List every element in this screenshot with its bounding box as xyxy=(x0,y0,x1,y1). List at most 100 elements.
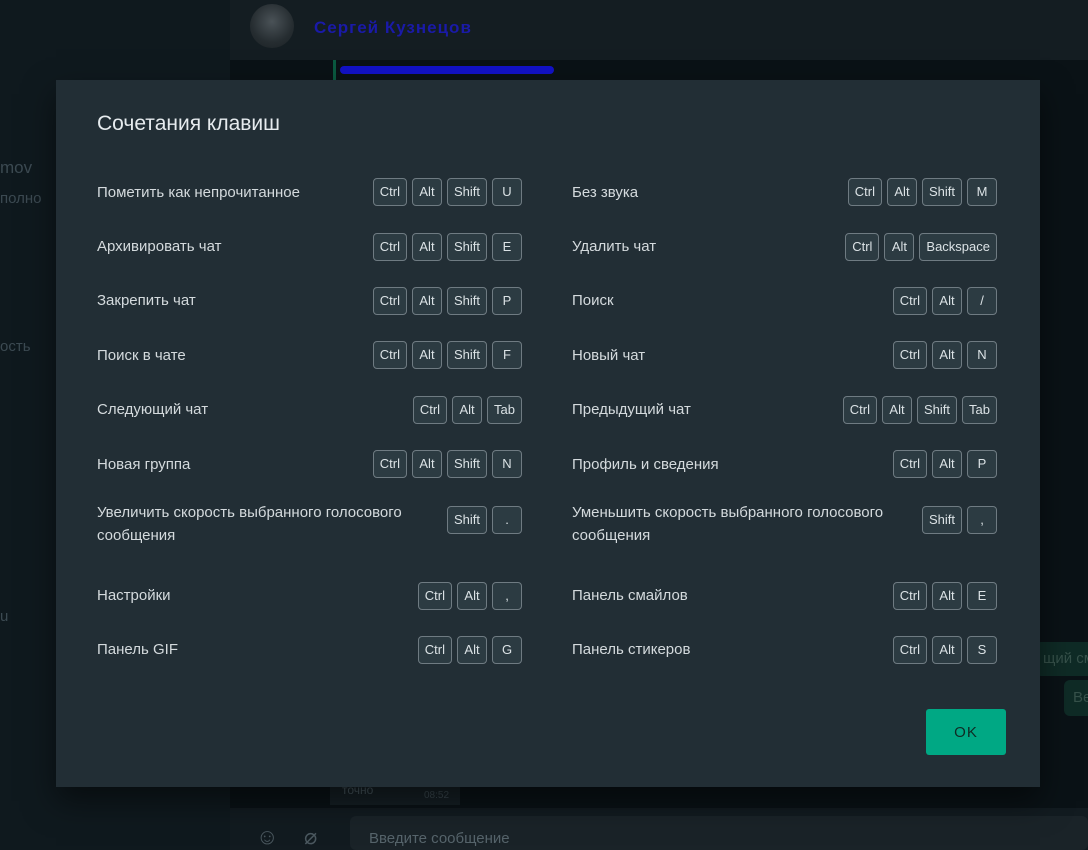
keycap: Alt xyxy=(411,178,442,207)
keycap: Shift xyxy=(446,341,487,370)
key-combination: Ctrl Alt / xyxy=(892,286,997,315)
shortcut-row: Следующий чат Ctrl Alt Tab xyxy=(97,383,522,437)
keycap: Ctrl xyxy=(845,232,880,261)
keycap: Shift xyxy=(446,178,487,207)
key-combination: Shift, xyxy=(921,506,997,535)
keycap: , xyxy=(492,581,522,610)
keycap: Ctrl xyxy=(417,635,452,664)
keycap: Ctrl xyxy=(372,341,407,370)
key-combination: Ctrl Alt Tab xyxy=(412,395,522,424)
key-combination: Ctrl Alt S xyxy=(892,635,997,664)
keycap: Tab xyxy=(487,395,522,424)
keycap: Alt xyxy=(411,286,442,315)
shortcut-row: Поиск в чате Ctrl Alt Shift F xyxy=(97,328,522,382)
message-time: 08:52 xyxy=(424,790,450,801)
keycap: Ctrl xyxy=(847,178,882,207)
shortcut-label: Новая группа xyxy=(97,455,191,473)
keycap: Alt xyxy=(932,286,962,315)
keycap: Shift xyxy=(921,506,962,535)
avatar xyxy=(250,4,294,48)
key-combination: Ctrl Alt Shift P xyxy=(372,286,522,315)
sidebar-text-fragment: u xyxy=(0,608,9,625)
keycap: Alt xyxy=(452,395,483,424)
keycap: Ctrl xyxy=(892,341,927,370)
attach-icon[interactable]: ⌀ xyxy=(304,826,317,848)
keycap: E xyxy=(492,232,522,261)
shortcut-row: Удалить чат Ctrl Alt Backspace xyxy=(572,219,997,273)
shortcut-label: Панель смайлов xyxy=(572,587,688,605)
keycap: S xyxy=(967,635,997,664)
shortcut-label: Архивировать чат xyxy=(97,238,222,256)
shortcut-label: Увеличить скорость выбранного голосового… xyxy=(97,504,402,545)
redacted-quote xyxy=(340,66,554,74)
key-combination: Ctrl Alt, xyxy=(417,581,522,610)
shortcut-label: Поиск в чате xyxy=(97,346,186,364)
keycap: Alt xyxy=(932,581,962,610)
message-bubble-text: щий см xyxy=(1043,650,1088,667)
key-combination: Ctrl Alt P xyxy=(892,450,997,479)
keycap: Shift xyxy=(446,450,487,479)
keycap: Ctrl xyxy=(372,286,407,315)
shortcut-row: Предыдущий чат Ctrl Alt Shift Tab xyxy=(572,383,997,437)
keycap: Ctrl xyxy=(842,395,878,424)
ok-button[interactable]: OK xyxy=(926,709,1006,755)
shortcut-label: Профиль и сведения xyxy=(572,455,719,473)
sidebar-text-fragment: полно xyxy=(0,190,42,207)
keycap: Backspace xyxy=(919,232,997,261)
shortcut-row: Профиль и сведения Ctrl Alt P xyxy=(572,437,997,491)
shortcut-row: Без звука Ctrl Alt Shift M xyxy=(572,165,997,219)
shortcut-row: Настройки Ctrl Alt, xyxy=(97,568,522,622)
key-combination: Ctrl Alt Shift E xyxy=(372,232,522,261)
keycap: E xyxy=(967,581,997,610)
keycap: Shift xyxy=(446,506,487,535)
shortcut-row: Архивировать чат Ctrl Alt Shift E xyxy=(97,219,522,273)
keycap: Ctrl xyxy=(372,178,407,207)
message-input-placeholder: Введите сообщение xyxy=(369,830,510,847)
keycap: Alt xyxy=(457,635,487,664)
keycap: Alt xyxy=(411,232,442,261)
keycap: P xyxy=(967,450,997,479)
shortcut-row: Панель стикеров Ctrl Alt S xyxy=(572,623,997,677)
key-combination: Ctrl Alt G xyxy=(417,635,522,664)
keycap: Alt xyxy=(932,635,962,664)
key-combination: Ctrl Alt Shift F xyxy=(372,341,522,370)
key-combination: Ctrl Alt Shift U xyxy=(372,178,522,207)
keycap: P xyxy=(492,286,522,315)
message-bubble: щий см xyxy=(1035,642,1088,676)
keycap: Ctrl xyxy=(892,635,927,664)
key-combination: Ctrl Alt Shift Tab xyxy=(842,395,997,424)
keycap: Alt xyxy=(882,395,913,424)
shortcut-label: Закрепить чат xyxy=(97,292,196,310)
keycap: U xyxy=(492,178,522,207)
shortcut-label: Настройки xyxy=(97,587,171,605)
shortcut-label: Уменьшить скорость выбранного голосового… xyxy=(572,504,884,545)
keycap: Ctrl xyxy=(372,232,407,261)
shortcut-row: Поиск Ctrl Alt / xyxy=(572,274,997,328)
keycap: Shift xyxy=(446,286,487,315)
shortcut-label: Новый чат xyxy=(572,346,646,364)
shortcut-row: Новый чат Ctrl Alt N xyxy=(572,328,997,382)
keycap: Alt xyxy=(932,450,962,479)
keycap: Alt xyxy=(886,178,917,207)
keyboard-shortcuts-dialog: Сочетания клавиш Пометить как непрочитан… xyxy=(56,80,1040,787)
keycap: , xyxy=(967,506,997,535)
keycap: Alt xyxy=(884,232,915,261)
contact-name: Сергей Кузнецов xyxy=(314,18,472,37)
keycap: Ctrl xyxy=(417,581,452,610)
sidebar-text-fragment: ость xyxy=(0,338,31,355)
keycap: Ctrl xyxy=(372,450,407,479)
shortcut-label: Поиск xyxy=(572,292,614,310)
keycap: Tab xyxy=(962,395,997,424)
key-combination: Ctrl Alt Shift M xyxy=(847,178,997,207)
keycap: . xyxy=(492,506,522,535)
emoji-icon[interactable]: ☺ xyxy=(256,826,278,848)
key-combination: Ctrl Alt E xyxy=(892,581,997,610)
reply-quote-bar xyxy=(333,60,336,80)
keycap: Ctrl xyxy=(892,581,927,610)
keycap: Shift xyxy=(917,395,958,424)
sidebar-text-fragment: mov xyxy=(0,158,33,177)
shortcut-label: Удалить чат xyxy=(572,238,657,256)
shortcut-label: Пометить как непрочитанное xyxy=(97,183,300,201)
shortcut-label: Панель стикеров xyxy=(572,641,691,659)
keycap: Alt xyxy=(411,450,442,479)
